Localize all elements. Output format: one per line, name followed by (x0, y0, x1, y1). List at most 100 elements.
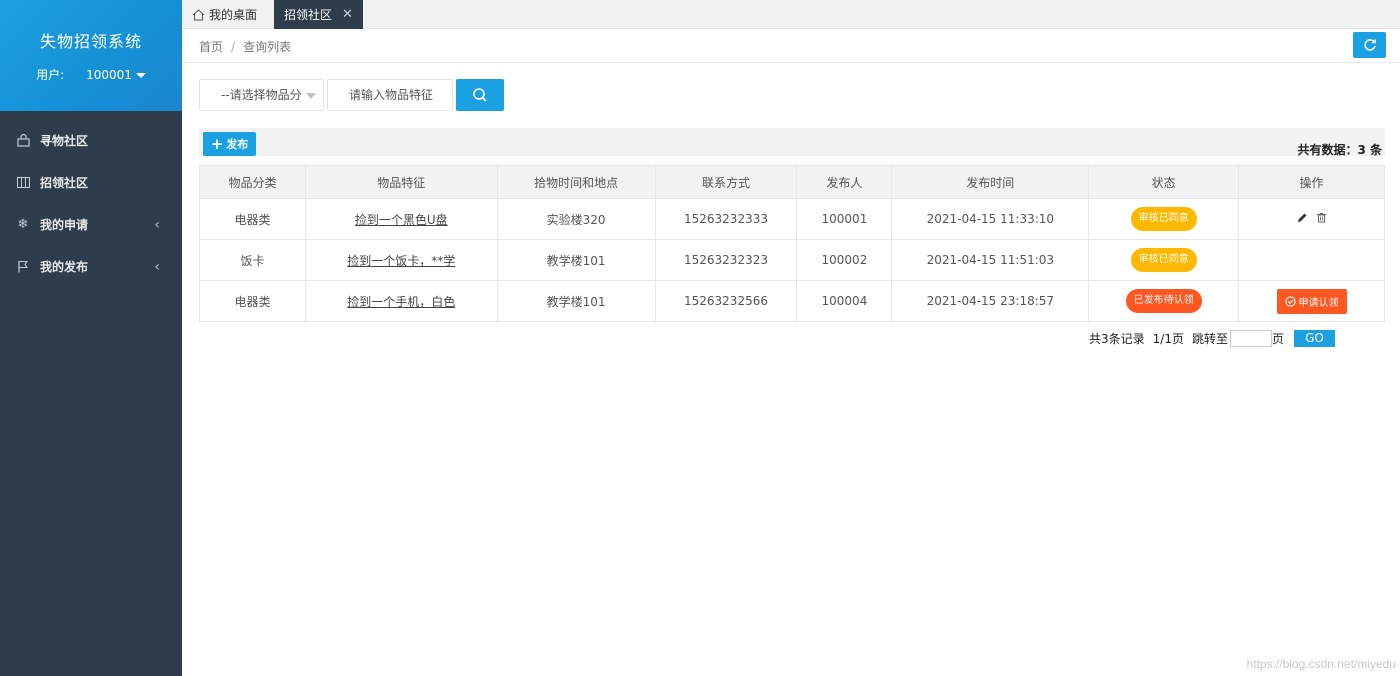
sidebar-nav: 寻物社区 招领社区 ❄ 我的申请 ‹ 我的发布 ‹ (0, 119, 182, 287)
flag-icon (16, 259, 30, 273)
sidebar-item-my-applications[interactable]: ❄ 我的申请 ‹ (0, 203, 182, 245)
sidebar-item-lost[interactable]: 寻物社区 (0, 119, 182, 161)
category-select[interactable]: --请选择物品分 (199, 79, 324, 111)
cell-place: 教学楼101 (496, 239, 656, 281)
cell-actions (1238, 198, 1385, 240)
page-jump-input[interactable] (1229, 329, 1272, 347)
edit-icon[interactable] (1297, 212, 1308, 223)
delete-icon[interactable] (1316, 212, 1327, 223)
check-circle-icon (1284, 295, 1296, 307)
item-feature-link[interactable]: 捡到一个手机，白色 (347, 295, 455, 309)
cell-contact: 15263232566 (654, 280, 798, 322)
cell-category: 电器类 (199, 198, 306, 240)
column-header: 拾物时间和地点 (496, 165, 656, 199)
search-icon (472, 87, 488, 103)
cell-feature: 捡到一个手机，白色 (304, 280, 498, 322)
pager-jump-label: 跳转至 (1191, 331, 1228, 346)
pager-page-unit: 页 (1271, 331, 1284, 346)
chevron-left-icon: ‹ (154, 217, 160, 233)
tab-found-community[interactable]: 招领社区 ✕ (274, 0, 363, 29)
breadcrumb: 首页 / 查询列表 (199, 38, 291, 55)
cell-status: 已发布待认领 (1088, 280, 1240, 322)
search-button[interactable] (456, 79, 504, 111)
breadcrumb-home[interactable]: 首页 (199, 40, 223, 54)
pager-pages: 1/1页 (1152, 331, 1184, 346)
breadcrumb-bar: 首页 / 查询列表 (182, 29, 1400, 63)
item-feature-link[interactable]: 捡到一个黑色U盘 (355, 213, 448, 227)
tab-label: 招领社区 (284, 8, 333, 22)
publish-button[interactable]: + 发布 (203, 132, 256, 156)
apply-claim-label: 申请认领 (1298, 297, 1339, 309)
refresh-icon (1363, 38, 1377, 52)
cell-publisher: 100001 (796, 198, 893, 240)
sidebar-item-label: 我的申请 (40, 217, 89, 232)
app-title: 失物招领系统 (39, 32, 142, 51)
tab-home-label: 我的桌面 (209, 8, 258, 22)
sidebar-item-my-posts[interactable]: 我的发布 ‹ (0, 245, 182, 287)
column-header: 发布人 (796, 165, 893, 199)
cell-status: 审核已同意 (1088, 198, 1240, 240)
cell-actions: 申请认领 (1238, 280, 1385, 322)
close-icon[interactable]: ✕ (342, 7, 353, 22)
cell-place: 教学楼101 (496, 280, 656, 322)
user-dropdown[interactable]: 100001 (86, 68, 146, 82)
cell-contact: 15263232323 (654, 239, 798, 281)
user-label: 用户: (36, 68, 65, 82)
found-items-table: 物品分类 物品特征 拾物时间和地点 联系方式 发布人 发布时间 状态 操作 电器… (199, 165, 1385, 322)
column-header: 发布时间 (891, 165, 1090, 199)
total-count: 共有数据：3 条 (1297, 143, 1382, 157)
category-select-value: --请选择物品分 (221, 88, 302, 102)
caret-down-icon (306, 93, 316, 99)
user-id: 100001 (86, 67, 132, 82)
chevron-left-icon: ‹ (154, 259, 160, 275)
columns-icon (16, 175, 30, 189)
column-header: 物品特征 (304, 165, 498, 199)
sidebar-item-label: 招领社区 (40, 175, 89, 190)
column-header: 状态 (1088, 165, 1240, 199)
sidebar: 失物招领系统 用户: 100001 寻物社区 招领社区 ❄ 我的申请 ‹ 我的发… (0, 0, 182, 676)
sidebar-item-label: 寻物社区 (40, 133, 89, 148)
tab-home[interactable]: 我的桌面 (192, 0, 257, 29)
column-header: 操作 (1238, 165, 1385, 199)
cell-feature: 捡到一个饭卡，**学 (304, 239, 498, 281)
cell-category: 电器类 (199, 280, 306, 322)
cell-publisher: 100002 (796, 239, 893, 281)
tab-bar: 我的桌面 招领社区 ✕ (182, 0, 1400, 29)
go-button[interactable]: GO (1294, 329, 1335, 347)
refresh-button[interactable] (1353, 32, 1386, 58)
cell-time: 2021-04-15 11:51:03 (891, 239, 1090, 281)
plus-icon: + (210, 135, 224, 153)
sidebar-item-found[interactable]: 招领社区 (0, 161, 182, 203)
cell-time: 2021-04-15 23:18:57 (891, 280, 1090, 322)
user-menu[interactable]: 用户: 100001 (0, 66, 182, 83)
cell-actions (1238, 239, 1385, 281)
cell-status: 审核已同意 (1088, 239, 1240, 281)
cell-category: 饭卡 (199, 239, 306, 281)
table-row: 电器类 捡到一个黑色U盘 实验楼320 15263232333 100001 2… (199, 198, 1385, 240)
column-header: 联系方式 (654, 165, 798, 199)
sidebar-item-label: 我的发布 (40, 259, 89, 274)
snowflake-icon: ❄ (17, 216, 29, 232)
cell-contact: 15263232333 (654, 198, 798, 240)
table-header-row: 物品分类 物品特征 拾物时间和地点 联系方式 发布人 发布时间 状态 操作 (199, 165, 1385, 199)
cell-time: 2021-04-15 11:33:10 (891, 198, 1090, 240)
item-feature-link[interactable]: 捡到一个饭卡，**学 (347, 254, 455, 268)
cell-feature: 捡到一个黑色U盘 (304, 198, 498, 240)
brand-header: 失物招领系统 用户: 100001 (0, 0, 182, 111)
feature-search-input[interactable] (327, 79, 453, 111)
row-actions (1297, 212, 1327, 223)
status-badge: 审核已同意 (1130, 207, 1197, 231)
pagination: 共3条记录 1/1页 跳转至 页 GO (1089, 329, 1335, 347)
watermark: https://blog.csdn.net/miyedu (1246, 657, 1396, 671)
table-row: 饭卡 捡到一个饭卡，**学 教学楼101 15263232323 100002 … (199, 239, 1385, 281)
shopping-bag-icon (16, 133, 30, 147)
apply-claim-button[interactable]: 申请认领 (1276, 288, 1347, 314)
table-row: 电器类 捡到一个手机，白色 教学楼101 15263232566 100004 … (199, 280, 1385, 322)
table-toolbar: + 发布 共有数据：3 条 (199, 128, 1385, 157)
home-icon (192, 8, 205, 21)
status-badge: 审核已同意 (1130, 248, 1197, 272)
cell-place: 实验楼320 (496, 198, 656, 240)
caret-down-icon (135, 72, 146, 78)
cell-publisher: 100004 (796, 280, 893, 322)
status-badge: 已发布待认领 (1125, 289, 1202, 313)
